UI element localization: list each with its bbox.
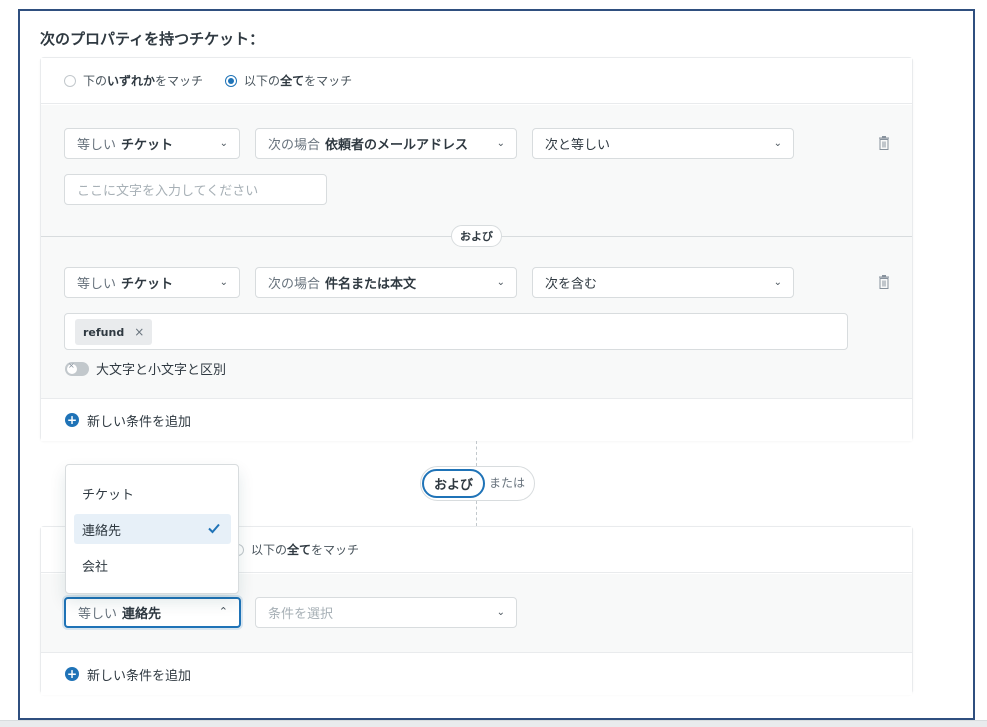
chevron-down-icon: ⌄ xyxy=(773,138,782,149)
case-sensitive-toggle[interactable]: × xyxy=(65,361,89,376)
remove-tag-icon[interactable]: × xyxy=(134,325,144,339)
bottom-scroll-strip xyxy=(0,720,987,727)
condition-2-operator-select[interactable]: 次を含む ⌄ xyxy=(532,267,794,298)
tag-chip: refund × xyxy=(75,319,153,345)
condition-2-type-select[interactable]: 等しい チケット ⌄ xyxy=(64,267,240,298)
trash-icon[interactable] xyxy=(878,275,890,289)
match-all-radio[interactable] xyxy=(225,74,238,87)
case-sensitive-toggle-row[interactable]: × 大文字と小文字と区別 xyxy=(65,359,226,378)
plus-circle-icon: + xyxy=(65,413,79,427)
group-joiner-switch[interactable]: および または xyxy=(420,466,535,501)
chevron-down-icon: ⌄ xyxy=(496,277,505,288)
chevron-down-icon: ⌄ xyxy=(773,277,782,288)
chevron-down-icon: ⌄ xyxy=(496,138,505,149)
chevron-down-icon: ⌄ xyxy=(496,607,505,618)
add-condition-button[interactable]: + 新しい条件を追加 xyxy=(41,399,912,441)
match-any-option[interactable]: 下のいずれかをマッチ xyxy=(64,72,203,89)
condition-1-operator-select[interactable]: 次と等しい ⌄ xyxy=(532,128,794,159)
condition-field-select[interactable]: 条件を選択 ⌄ xyxy=(255,597,517,628)
chevron-down-icon: ⌄ xyxy=(219,277,228,288)
condition-type-select[interactable]: 等しい 連絡先 ⌃ xyxy=(64,597,241,628)
group-connector-line xyxy=(476,441,477,466)
chevron-up-icon: ⌃ xyxy=(218,605,228,618)
match-all-option[interactable]: 以下の全てをマッチ xyxy=(225,72,352,89)
match-mode-bar: 下のいずれかをマッチ 以下の全てをマッチ xyxy=(41,58,912,104)
chevron-down-icon: ⌄ xyxy=(219,138,228,149)
add-condition-button[interactable]: + 新しい条件を追加 xyxy=(41,653,912,695)
condition-2-field-select[interactable]: 次の場合 件名または本文 ⌄ xyxy=(255,267,517,298)
condition-2-tag-input[interactable]: refund × xyxy=(64,313,848,350)
dropdown-item-ticket[interactable]: チケット xyxy=(74,478,231,508)
check-icon xyxy=(208,523,220,534)
dropdown-item-contact[interactable]: 連絡先 xyxy=(74,514,231,544)
plus-circle-icon: + xyxy=(65,667,79,681)
match-all-option[interactable]: 以下の全てをマッチ xyxy=(232,541,359,558)
condition-1-field-select[interactable]: 次の場合 依頼者のメールアドレス ⌄ xyxy=(255,128,517,159)
condition-1-value-input[interactable]: ここに文字を入力してください xyxy=(64,174,327,205)
condition-group-1: 下のいずれかをマッチ 以下の全てをマッチ 等しい チケット ⌄ 次の場合 依頼者のメ… xyxy=(40,57,913,441)
joiner-and-option[interactable]: および xyxy=(422,469,485,498)
group-connector-line xyxy=(476,501,477,526)
match-any-radio[interactable] xyxy=(64,74,76,87)
condition-1-type-select[interactable]: 等しい チケット ⌄ xyxy=(64,128,240,159)
dropdown-item-company[interactable]: 会社 xyxy=(74,550,231,580)
trash-icon[interactable] xyxy=(878,136,890,150)
type-dropdown-menu: チケット 連絡先 会社 xyxy=(65,464,239,594)
joiner-or-option[interactable]: または xyxy=(489,467,525,500)
page-title: 次のプロパティを持つチケット： xyxy=(40,30,265,48)
and-joiner-badge: および xyxy=(451,225,502,247)
